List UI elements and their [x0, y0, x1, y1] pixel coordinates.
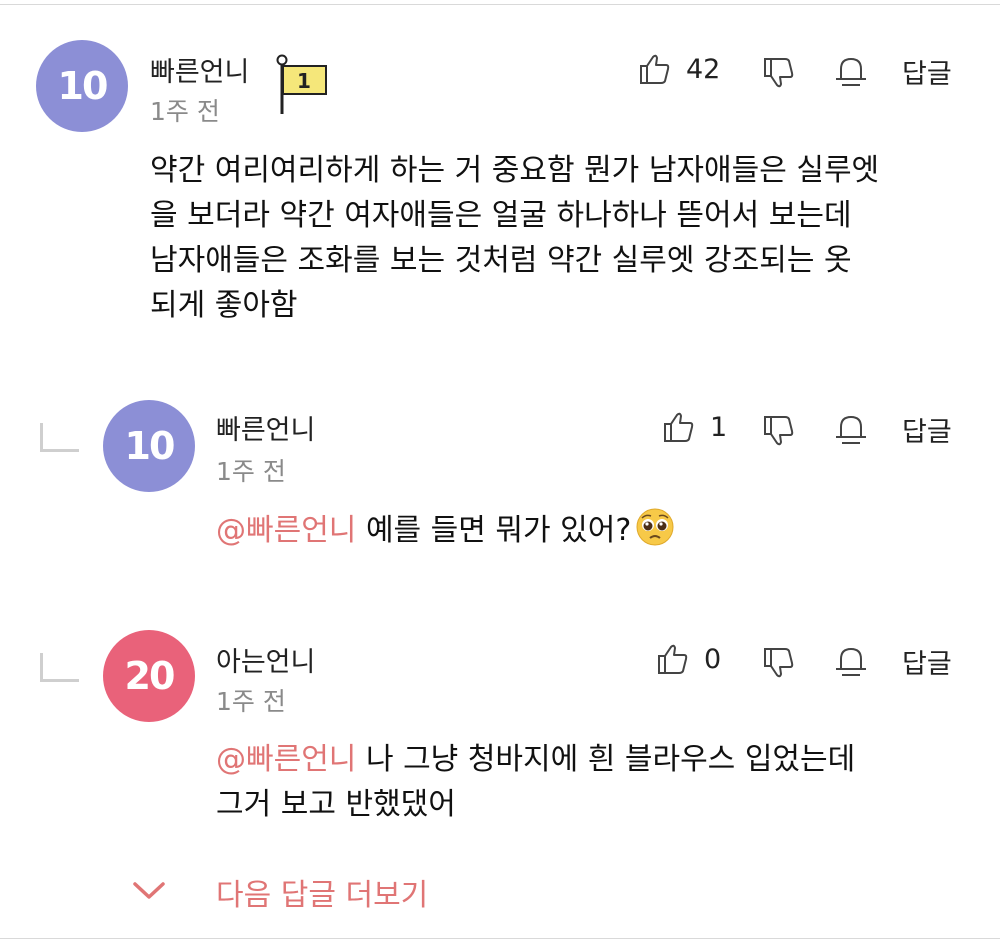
- reply-indicator: [40, 653, 79, 682]
- more-replies-button[interactable]: 다음 답글 더보기: [0, 862, 1000, 922]
- thumbs-up-icon: [658, 644, 688, 674]
- more-replies-label: 다음 답글 더보기: [216, 878, 429, 913]
- comment-line: 남자애들은 조화를 보는 것처럼 약간 실루엣 강조되는 옷: [150, 243, 852, 278]
- reply-button[interactable]: 답글: [902, 52, 952, 91]
- chevron-down-icon: [133, 882, 165, 899]
- comment-text: @빠른언니 나 그냥 청바지에 흰 블라우스 입었는데 그거 보고 반했댔어: [216, 737, 855, 827]
- reply-button[interactable]: 답글: [902, 642, 952, 681]
- timestamp: 1주 전: [150, 97, 220, 126]
- bottom-divider: [0, 938, 1000, 939]
- comment-line: 예를 들면 뭐가 있어?: [356, 513, 632, 548]
- like-count: 1: [710, 411, 728, 443]
- timestamp: 1주 전: [216, 687, 286, 716]
- bell-icon: [836, 647, 866, 676]
- dislike-button[interactable]: [762, 56, 796, 90]
- comment-text: @빠른언니 예를 들면 뭐가 있어?: [216, 507, 675, 560]
- report-button[interactable]: [834, 412, 868, 446]
- comment-line: 되게 좋아함: [150, 288, 298, 323]
- like-button[interactable]: 1: [662, 410, 727, 444]
- like-button[interactable]: 42: [638, 52, 720, 86]
- comment-line: 을 보더라 약간 여자애들은 얼굴 하나하나 뜯어서 보는데: [150, 198, 852, 233]
- username[interactable]: 아는언니: [216, 640, 315, 679]
- avatar[interactable]: 10: [103, 400, 195, 492]
- flag-number: 1: [297, 69, 311, 93]
- comment-text: 약간 여리여리하게 하는 거 중요함 뭔가 남자애들은 실루엣 을 보더라 약간…: [150, 148, 879, 328]
- pleading-face-emoji: [635, 507, 675, 560]
- thumbs-down-icon: [764, 416, 794, 446]
- dislike-button[interactable]: [762, 414, 796, 448]
- avatar[interactable]: 10: [36, 40, 128, 132]
- mention-link[interactable]: @빠른언니: [216, 742, 356, 777]
- reply-button[interactable]: 답글: [902, 410, 952, 449]
- thumbs-down-icon: [764, 58, 794, 88]
- timestamp: 1주 전: [216, 457, 286, 486]
- bell-icon: [836, 57, 866, 86]
- mention-link[interactable]: @빠른언니: [216, 513, 356, 548]
- username[interactable]: 빠른언니: [150, 50, 249, 89]
- like-count: 0: [704, 643, 722, 675]
- thumbs-down-icon: [764, 648, 794, 678]
- dislike-button[interactable]: [762, 646, 796, 680]
- report-button[interactable]: [834, 644, 868, 678]
- comment-line: 약간 여리여리하게 하는 거 중요함 뭔가 남자애들은 실루엣: [150, 153, 880, 188]
- top-divider: [0, 4, 1000, 5]
- reply-indicator: [40, 423, 79, 452]
- rank-flag-icon: 1: [276, 54, 330, 120]
- comment-line: 나 그냥 청바지에 흰 블라우스 입었는데: [356, 742, 856, 777]
- comment-line: 그거 보고 반했댔어: [216, 787, 456, 822]
- thumbs-up-icon: [664, 412, 694, 442]
- bell-icon: [836, 415, 866, 444]
- like-count: 42: [686, 53, 721, 85]
- avatar[interactable]: 20: [103, 630, 195, 722]
- thumbs-up-icon: [640, 54, 670, 84]
- like-button[interactable]: 0: [656, 642, 721, 676]
- username[interactable]: 빠른언니: [216, 408, 315, 447]
- report-button[interactable]: [834, 54, 868, 88]
